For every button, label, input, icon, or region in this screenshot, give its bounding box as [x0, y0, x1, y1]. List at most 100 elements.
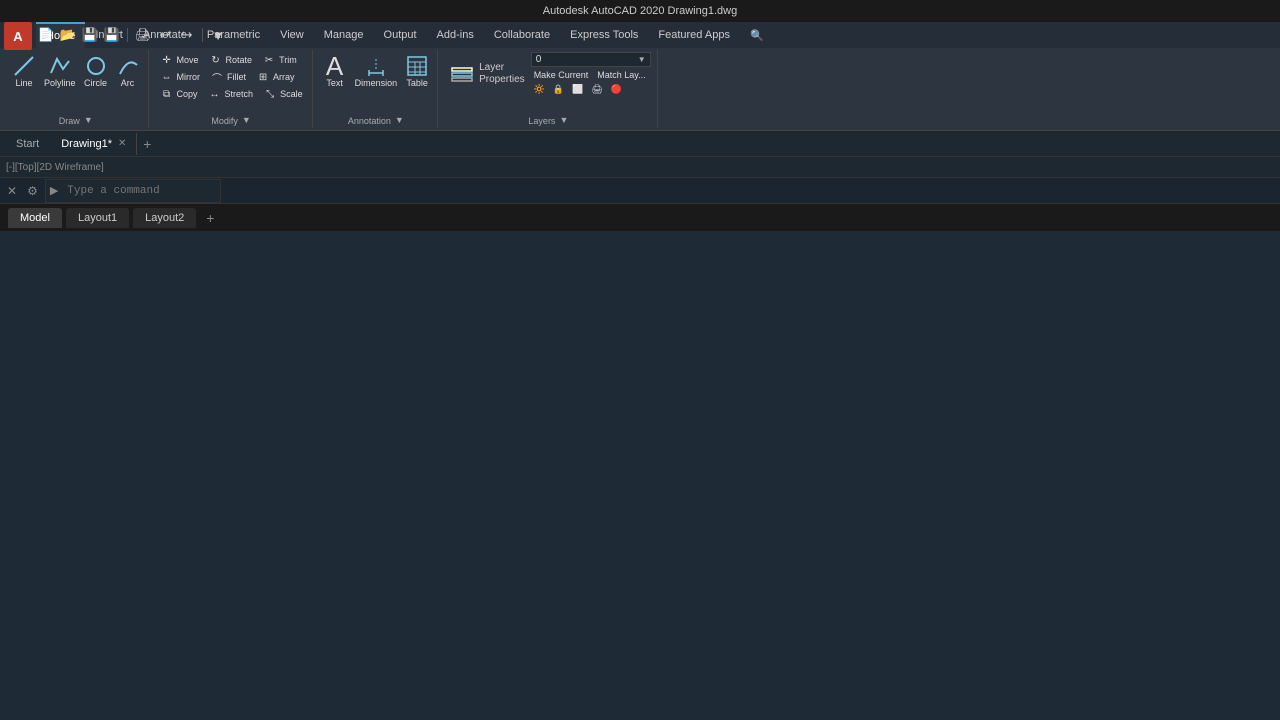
tab-output[interactable]: Output: [374, 22, 427, 48]
separator2: [202, 28, 203, 42]
table-icon: [405, 54, 429, 78]
stretch-icon: ↔: [208, 87, 222, 101]
annotation-expand[interactable]: ▼: [395, 115, 404, 125]
quick-access-toolbar: 📄 📂 💾 💾 🖨 ↩ ↪ ▼: [36, 22, 228, 48]
scale-tool[interactable]: ⤡ Scale: [260, 86, 306, 102]
table-tool[interactable]: Table: [403, 52, 431, 90]
array-icon: ⊞: [256, 70, 270, 84]
tab-express-tools[interactable]: Express Tools: [560, 22, 648, 48]
draw-expand[interactable]: ▼: [84, 115, 93, 125]
stretch-tool[interactable]: ↔ Stretch: [205, 86, 257, 102]
copy-label: Copy: [177, 89, 198, 99]
tab-collaborate[interactable]: Collaborate: [484, 22, 560, 48]
layout2-tab[interactable]: Layout2: [133, 208, 196, 228]
move-icon: ✛: [160, 53, 174, 67]
layer-dropdown-area: 0 ▼ Make Current Match Lay...: [531, 52, 651, 96]
make-current-label: Make Current: [534, 70, 589, 80]
rotate-tool[interactable]: ↻ Rotate: [206, 52, 256, 68]
customize-button[interactable]: ▼: [208, 25, 228, 45]
polyline-label: Polyline: [44, 78, 76, 88]
close-tab-button[interactable]: ✕: [118, 138, 126, 149]
layers-group-label: Layers: [528, 114, 555, 126]
arc-tool[interactable]: Arc: [114, 52, 142, 90]
layer-icon-5[interactable]: 🔴: [608, 83, 625, 96]
text-label: Text: [326, 78, 343, 88]
new-tab-button[interactable]: +: [137, 134, 157, 154]
draw-group: Line Polyline Circle: [4, 50, 149, 128]
modify-row3: ⧉ Copy ↔ Stretch ⤡ Scale: [157, 86, 306, 102]
model-tab-label: Model: [20, 212, 50, 224]
match-layer-tool[interactable]: Match Lay...: [594, 69, 648, 81]
circle-tool[interactable]: Circle: [82, 52, 110, 90]
fillet-label: Fillet: [227, 72, 246, 82]
trim-tool[interactable]: ✂ Trim: [259, 52, 300, 68]
copy-icon: ⧉: [160, 87, 174, 101]
mirror-label: Mirror: [177, 72, 201, 82]
array-tool[interactable]: ⊞ Array: [253, 69, 298, 85]
move-tool[interactable]: ✛ Move: [157, 52, 202, 68]
layer-name: 0: [536, 54, 638, 65]
layer-properties-tool[interactable]: LayerProperties: [446, 58, 527, 90]
save-as-button[interactable]: 💾: [102, 25, 122, 45]
layer-icon-2[interactable]: 🔒: [550, 83, 567, 96]
dimension-tool[interactable]: Dimension: [353, 52, 400, 90]
modify-expand[interactable]: ▼: [242, 115, 251, 125]
layer-dropdown-arrow: ▼: [638, 55, 646, 64]
circle-icon: [84, 54, 108, 78]
modify-tools: ✛ Move ↻ Rotate ✂ Trim ⇔ Mirror: [157, 52, 306, 112]
annotation-tools: A Text Dimension: [321, 52, 432, 112]
draw-group-label: Draw: [59, 114, 80, 126]
line-label: Line: [15, 78, 32, 88]
layer-dropdown[interactable]: 0 ▼: [531, 52, 651, 67]
layer-icon-3[interactable]: ⬜: [569, 83, 586, 96]
layer-icons-row: 🔆 🔒 ⬜ 🖨 🔴: [531, 83, 651, 96]
array-label: Array: [273, 72, 295, 82]
redo-button[interactable]: ↪: [177, 25, 197, 45]
match-layer-label: Match Lay...: [597, 70, 645, 80]
cmd-prefix: ▶: [47, 184, 61, 197]
autocad-logo[interactable]: A: [4, 22, 32, 50]
drawing-tab[interactable]: Drawing1* ✕: [51, 133, 137, 155]
viewport-label-text: [-][Top][2D Wireframe]: [6, 162, 104, 173]
make-current-tool[interactable]: Make Current: [531, 69, 592, 81]
arc-icon: [116, 54, 140, 78]
start-tab[interactable]: Start: [4, 133, 51, 155]
layer-icon-1[interactable]: 🔆: [531, 83, 548, 96]
save-button[interactable]: 💾: [80, 25, 100, 45]
layers-top-row: LayerProperties 0 ▼ Make Current M: [446, 52, 651, 96]
polyline-tool[interactable]: Polyline: [42, 52, 78, 90]
cmd-autocomplete-button[interactable]: ⚙: [24, 184, 41, 198]
copy-tool[interactable]: ⧉ Copy: [157, 86, 201, 102]
model-tab[interactable]: Model: [8, 208, 62, 228]
new-file-button[interactable]: 📄: [36, 25, 56, 45]
scale-label: Scale: [280, 89, 303, 99]
mirror-tool[interactable]: ⇔ Mirror: [157, 69, 204, 85]
tab-addins[interactable]: Add-ins: [427, 22, 484, 48]
layout1-tab[interactable]: Layout1: [66, 208, 129, 228]
rotate-icon: ↻: [209, 53, 223, 67]
add-layout-button[interactable]: +: [200, 208, 220, 228]
tab-search[interactable]: 🔍: [740, 22, 774, 48]
layers-expand[interactable]: ▼: [559, 115, 568, 125]
separator: [127, 28, 128, 42]
title-bar: Autodesk AutoCAD 2020 Drawing1.dwg: [0, 0, 1280, 22]
layer-icon-4[interactable]: 🖨: [588, 83, 605, 96]
draw-tools: Line Polyline Circle: [10, 52, 142, 112]
line-tool[interactable]: Line: [10, 52, 38, 90]
print-button[interactable]: 🖨: [133, 25, 153, 45]
open-file-button[interactable]: 📂: [58, 25, 78, 45]
command-input[interactable]: [61, 181, 219, 201]
text-tool[interactable]: A Text: [321, 52, 349, 90]
tab-manage[interactable]: Manage: [314, 22, 374, 48]
modify-group-label: Modify: [211, 114, 238, 126]
fillet-tool[interactable]: ⌒ Fillet: [207, 69, 249, 85]
polyline-icon: [48, 54, 72, 78]
layer-tools-row: Make Current Match Lay...: [531, 69, 651, 81]
tab-view[interactable]: View: [270, 22, 314, 48]
tab-featured-apps[interactable]: Featured Apps: [648, 22, 740, 48]
cmd-cancel-button[interactable]: ✕: [4, 184, 20, 198]
layer-properties-label: LayerProperties: [479, 62, 525, 86]
undo-button[interactable]: ↩: [155, 25, 175, 45]
status-bar: Model Layout1 Layout2 +: [0, 203, 1280, 231]
scale-icon: ⤡: [263, 87, 277, 101]
